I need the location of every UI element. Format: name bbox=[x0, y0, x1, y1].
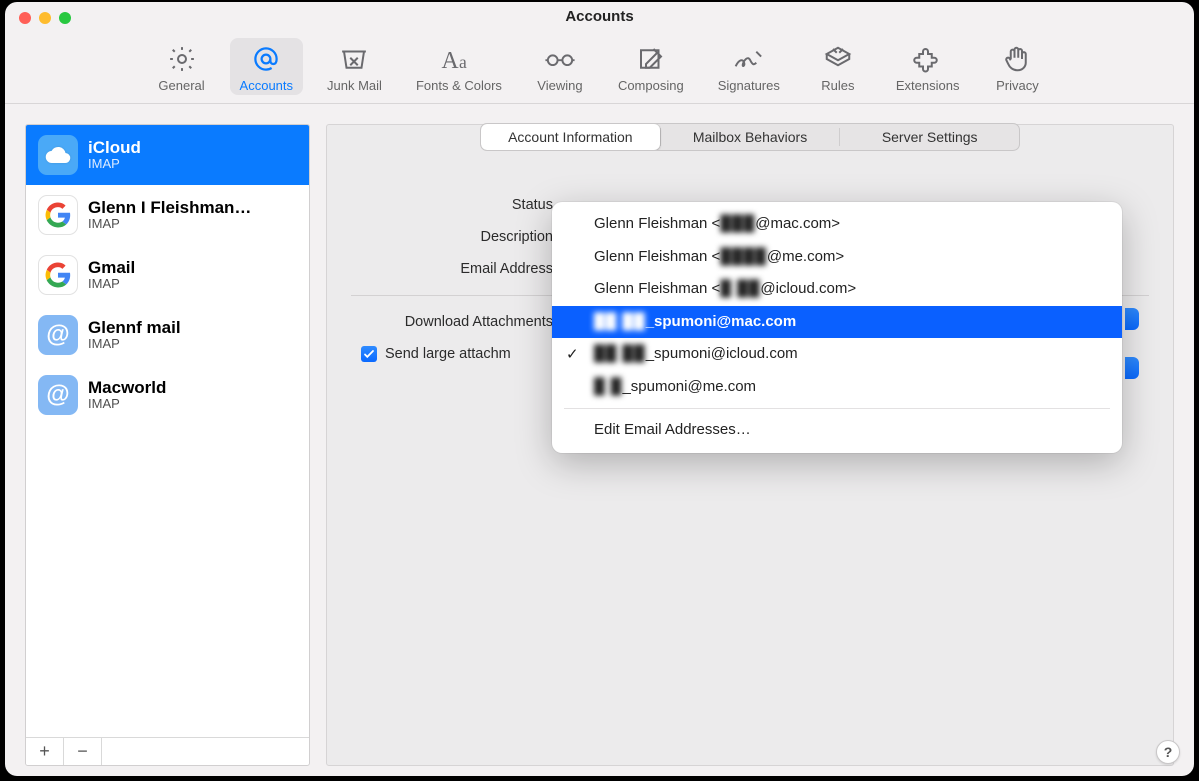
option-text: Glenn Fleishman <█ ██@icloud.com> bbox=[594, 280, 856, 297]
icloud-icon bbox=[38, 135, 78, 175]
glasses-icon bbox=[543, 42, 577, 76]
tab-signatures[interactable]: Signatures bbox=[708, 38, 790, 95]
dropdown-option[interactable]: ██ ██_spumoni@mac.com bbox=[552, 306, 1122, 339]
compose-icon bbox=[634, 42, 668, 76]
segment-account-information[interactable]: Account Information bbox=[481, 124, 660, 150]
svg-text:a: a bbox=[459, 52, 467, 72]
preferences-window: Accounts General Accounts bbox=[5, 2, 1194, 776]
account-subtitle: IMAP bbox=[88, 217, 251, 232]
tab-privacy[interactable]: Privacy bbox=[983, 38, 1051, 95]
tab-viewing[interactable]: Viewing bbox=[526, 38, 594, 95]
send-large-attachments-checkbox[interactable] bbox=[361, 346, 377, 362]
segment-server-settings[interactable]: Server Settings bbox=[840, 124, 1019, 150]
tab-label: Rules bbox=[821, 78, 854, 93]
detail-tabs-segmented: Account Information Mailbox Behaviors Se… bbox=[480, 123, 1020, 151]
window-title: Accounts bbox=[5, 8, 1194, 25]
email-address-label: Email Address bbox=[351, 261, 561, 277]
account-row[interactable]: Gmail IMAP bbox=[26, 245, 309, 305]
checkmark-icon: ✓ bbox=[566, 344, 579, 367]
status-label: Status bbox=[351, 197, 561, 213]
tab-extensions[interactable]: Extensions bbox=[886, 38, 970, 95]
tab-rules[interactable]: Rules bbox=[804, 38, 872, 95]
accounts-scroll[interactable]: iCloud IMAP bbox=[26, 125, 309, 737]
option-text: Glenn Fleishman <███@mac.com> bbox=[594, 215, 840, 232]
account-subtitle: IMAP bbox=[88, 337, 181, 352]
fonts-icon: A a bbox=[442, 42, 476, 76]
account-name: Glenn I Fleishman… bbox=[88, 198, 251, 218]
account-name: Glennf mail bbox=[88, 318, 181, 338]
dropdown-option[interactable]: Glenn Fleishman <███@mac.com> bbox=[552, 208, 1122, 241]
option-text: ██ ██_spumoni@mac.com bbox=[594, 313, 796, 330]
tab-label: Accounts bbox=[240, 78, 293, 93]
tab-label: General bbox=[158, 78, 204, 93]
segment-label: Mailbox Behaviors bbox=[693, 129, 807, 145]
option-text: Edit Email Addresses… bbox=[594, 421, 751, 438]
dropdown-divider bbox=[564, 408, 1110, 409]
dropdown-option[interactable]: Glenn Fleishman <████@me.com> bbox=[552, 241, 1122, 274]
help-icon: ? bbox=[1164, 744, 1173, 760]
at-icon: @ bbox=[38, 315, 78, 355]
download-attachments-popup-button[interactable] bbox=[1125, 357, 1139, 379]
google-icon bbox=[38, 195, 78, 235]
email-address-dropdown: Glenn Fleishman <███@mac.com> Glenn Flei… bbox=[552, 202, 1122, 453]
segment-label: Server Settings bbox=[882, 129, 978, 145]
segment-mailbox-behaviors[interactable]: Mailbox Behaviors bbox=[661, 124, 840, 150]
preferences-toolbar: General Accounts Junk Mail bbox=[5, 28, 1194, 104]
download-attachments-label: Download Attachments bbox=[351, 314, 561, 330]
tab-fonts-colors[interactable]: A a Fonts & Colors bbox=[406, 38, 512, 95]
puzzle-icon bbox=[911, 42, 945, 76]
dropdown-option[interactable]: ✓ ██ ██_spumoni@icloud.com bbox=[552, 338, 1122, 371]
rules-icon bbox=[821, 42, 855, 76]
account-row[interactable]: @ Macworld IMAP bbox=[26, 365, 309, 425]
tab-label: Signatures bbox=[718, 78, 780, 93]
dropdown-option[interactable]: █ █_spumoni@me.com bbox=[552, 371, 1122, 404]
option-text: Glenn Fleishman <████@me.com> bbox=[594, 248, 844, 265]
remove-account-button[interactable]: − bbox=[64, 738, 102, 765]
account-subtitle: IMAP bbox=[88, 397, 166, 412]
tab-label: Extensions bbox=[896, 78, 960, 93]
email-address-popup-button[interactable] bbox=[1125, 308, 1139, 330]
add-account-button[interactable]: + bbox=[26, 738, 64, 765]
dropdown-edit-addresses[interactable]: Edit Email Addresses… bbox=[552, 414, 1122, 447]
account-row[interactable]: @ Glennf mail IMAP bbox=[26, 305, 309, 365]
account-name: Macworld bbox=[88, 378, 166, 398]
accounts-list-footer: + − bbox=[26, 737, 309, 765]
account-row-icloud[interactable]: iCloud IMAP bbox=[26, 125, 309, 185]
help-button[interactable]: ? bbox=[1156, 740, 1180, 764]
tab-composing[interactable]: Composing bbox=[608, 38, 694, 95]
at-sign-icon bbox=[249, 42, 283, 76]
account-name: Gmail bbox=[88, 258, 135, 278]
send-large-attachments-label: Send large attachm bbox=[385, 346, 511, 362]
titlebar: Accounts bbox=[5, 2, 1194, 28]
tab-label: Fonts & Colors bbox=[416, 78, 502, 93]
google-icon bbox=[38, 255, 78, 295]
signature-icon bbox=[732, 42, 766, 76]
tab-label: Viewing bbox=[537, 78, 582, 93]
tab-label: Junk Mail bbox=[327, 78, 382, 93]
tab-junk-mail[interactable]: Junk Mail bbox=[317, 38, 392, 95]
description-label: Description bbox=[351, 229, 561, 245]
account-row[interactable]: Glenn I Fleishman… IMAP bbox=[26, 185, 309, 245]
hand-icon bbox=[1000, 42, 1034, 76]
account-subtitle: IMAP bbox=[88, 157, 141, 172]
segment-label: Account Information bbox=[508, 129, 633, 145]
tab-label: Composing bbox=[618, 78, 684, 93]
junk-icon bbox=[337, 42, 371, 76]
accounts-sidebar: iCloud IMAP bbox=[25, 124, 310, 766]
account-name: iCloud bbox=[88, 138, 141, 158]
account-subtitle: IMAP bbox=[88, 277, 135, 292]
at-icon: @ bbox=[38, 375, 78, 415]
svg-text:A: A bbox=[441, 48, 458, 74]
dropdown-option[interactable]: Glenn Fleishman <█ ██@icloud.com> bbox=[552, 273, 1122, 306]
option-text: █ █_spumoni@me.com bbox=[594, 378, 756, 395]
option-text: ██ ██_spumoni@icloud.com bbox=[594, 345, 798, 362]
tab-label: Privacy bbox=[996, 78, 1039, 93]
tab-accounts[interactable]: Accounts bbox=[230, 38, 303, 95]
tab-general[interactable]: General bbox=[148, 38, 216, 95]
gear-icon bbox=[165, 42, 199, 76]
